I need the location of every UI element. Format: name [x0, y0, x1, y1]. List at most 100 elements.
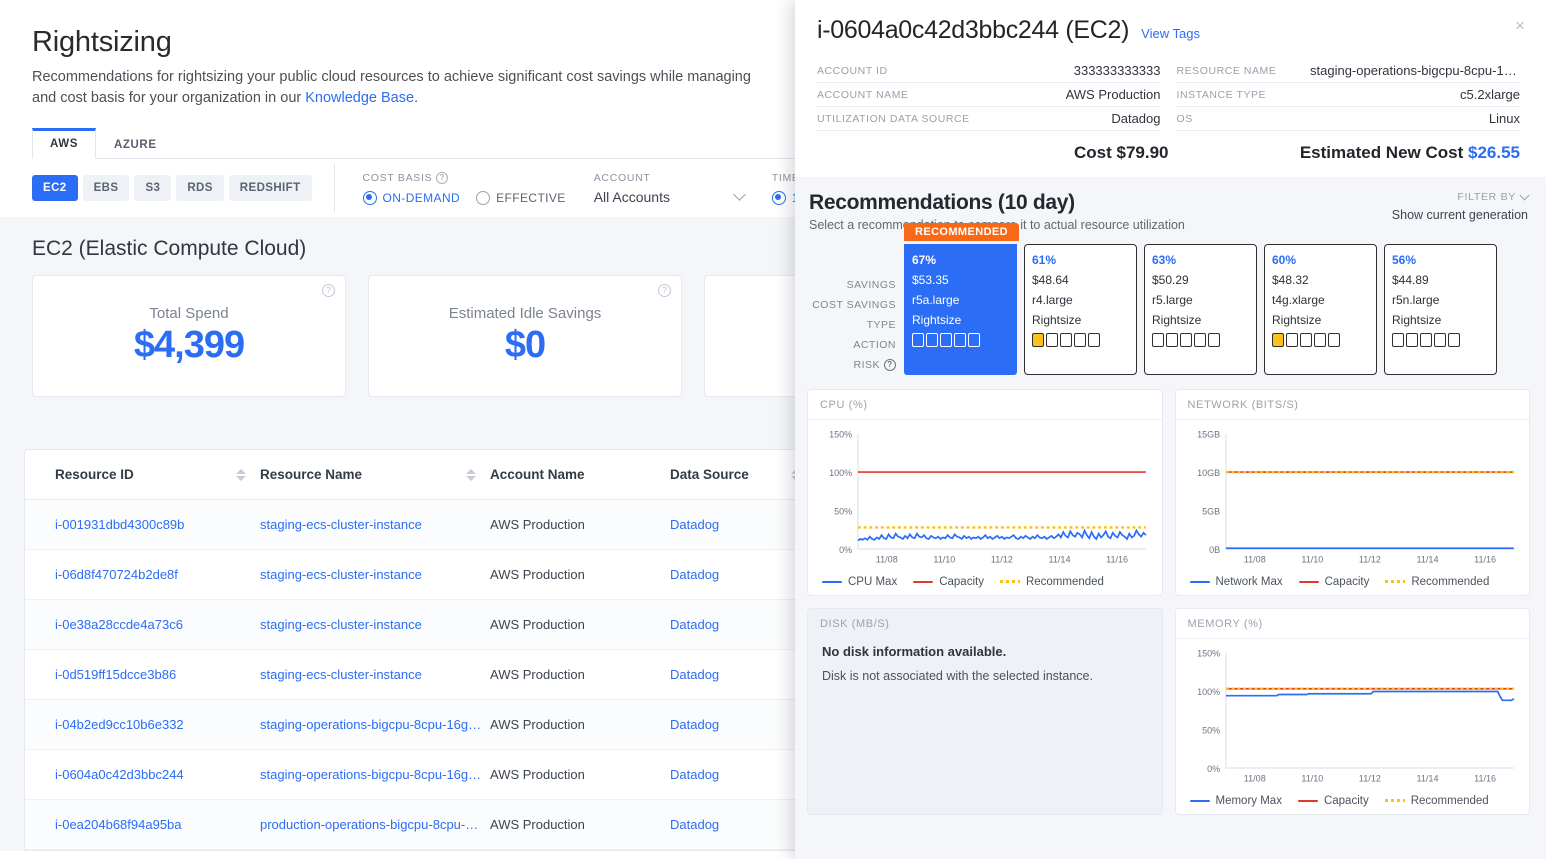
meta-account-name: ACCOUNT NAME AWS Production	[817, 83, 1161, 107]
svg-text:100%: 100%	[1197, 687, 1220, 697]
filter-by-toggle[interactable]: FILTER BY	[1392, 190, 1530, 203]
cell-resource-name[interactable]: staging-ecs-cluster-instance	[260, 599, 490, 651]
risk-box	[1152, 333, 1164, 347]
memory-chart-legend: Memory Max Capacity Recommended	[1176, 791, 1530, 815]
cell-resource-id[interactable]: i-0e38a28ccde4a73c6	[25, 599, 260, 651]
help-icon[interactable]: ?	[658, 284, 671, 298]
radio-dot-icon	[476, 190, 491, 205]
svg-text:15GB: 15GB	[1197, 429, 1220, 439]
row-label-savings: SAVINGS	[846, 279, 896, 291]
legend-recommended: Recommended	[1385, 576, 1489, 588]
view-tags-link[interactable]: View Tags	[1141, 26, 1200, 41]
col-data-source-label: Data Source	[670, 467, 749, 483]
cell-resource-name[interactable]: staging-ecs-cluster-instance	[260, 499, 490, 551]
risk-box	[1314, 333, 1326, 347]
resource-detail-panel: × i-0604a0c42d3bbc244 (EC2) View Tags AC…	[795, 0, 1546, 859]
svg-text:11/14: 11/14	[1416, 773, 1438, 783]
legend-cpu-max: CPU Max	[822, 576, 897, 588]
sort-icon[interactable]	[236, 468, 246, 481]
risk-box	[1166, 333, 1178, 347]
service-pill-s3[interactable]: S3	[134, 175, 172, 202]
meta-key: ACCOUNT NAME	[817, 88, 909, 101]
card-risk-meter	[912, 330, 1009, 350]
card-type: r5.large	[1152, 293, 1193, 307]
recommendation-card-4[interactable]: 60% $48.32 t4g.xlarge Rightsize	[1264, 244, 1377, 375]
service-pill-rds[interactable]: RDS	[176, 175, 224, 202]
cell-account-name: AWS Production	[490, 699, 670, 751]
legend-recommended: Recommended	[1384, 795, 1489, 807]
cell-data-source[interactable]: Datadog	[670, 599, 815, 651]
meta-instance-type: INSTANCE TYPE c5.2xlarge	[1176, 83, 1520, 107]
cost-basis-radios: ON-DEMAND EFFECTIVE	[362, 190, 566, 205]
service-pill-ec2[interactable]: EC2	[32, 175, 78, 202]
recommendation-card-2[interactable]: 61% $48.64 r4.large Rightsize	[1024, 244, 1137, 375]
cell-data-source[interactable]: Datadog	[670, 699, 815, 751]
cell-resource-id[interactable]: i-04b2ed9cc10b6e332	[25, 699, 260, 751]
tab-azure[interactable]: AZURE	[96, 129, 175, 159]
cell-resource-id[interactable]: i-06d8f470724b2de8f	[25, 549, 260, 601]
cell-resource-name[interactable]: staging-operations-bigcpu-8cpu-16gb…	[260, 699, 490, 751]
meta-key: INSTANCE TYPE	[1176, 88, 1267, 101]
disk-chart-title: DISK (MB/S)	[820, 618, 890, 630]
network-chart-card: NETWORK (BITS/S) 0B 5GB 10GB 15GB 11/08 11/10…	[1174, 389, 1530, 596]
cell-resource-name[interactable]: staging-ecs-cluster-instance	[260, 649, 490, 701]
risk-box	[1300, 333, 1312, 347]
service-pill-ebs[interactable]: EBS	[82, 175, 130, 202]
risk-box	[1420, 333, 1432, 347]
card-type: t4g.xlarge	[1272, 293, 1325, 307]
close-icon[interactable]: ×	[1512, 17, 1528, 34]
cell-resource-name[interactable]: production-operations-bigcpu-8cpu-1…	[260, 799, 490, 851]
help-icon[interactable]: ?	[322, 284, 335, 298]
cell-data-source[interactable]: Datadog	[670, 499, 815, 551]
legend-label: CPU Max	[848, 575, 898, 588]
card-cost-savings: $48.64	[1032, 273, 1069, 287]
svg-text:11/08: 11/08	[1243, 773, 1265, 783]
cell-resource-name[interactable]: staging-ecs-cluster-instance	[260, 549, 490, 601]
meta-value: AWS Production	[1065, 87, 1161, 102]
recommendations-title: Recommendations (10 day)	[809, 191, 1075, 214]
risk-box	[1286, 333, 1298, 347]
page-description-line2: and cost basis for your organization in …	[32, 90, 306, 107]
recommendation-card-5[interactable]: 56% $44.89 r5n.large Rightsize	[1384, 244, 1497, 375]
cell-data-source[interactable]: Datadog	[670, 649, 815, 701]
cost-basis-filter: COST BASIS ? ON-DEMAND EFFECTIVE	[335, 171, 566, 205]
meta-utilization-data-source: UTILIZATION DATA SOURCE Datadog	[817, 107, 1161, 131]
svg-text:11/08: 11/08	[1243, 554, 1265, 564]
card-risk-meter	[1032, 330, 1129, 350]
cell-resource-id[interactable]: i-0604a0c42d3bbc244	[25, 749, 260, 801]
sort-icon[interactable]	[466, 468, 476, 481]
col-account-name[interactable]: Account Name	[490, 450, 670, 501]
knowledge-base-link[interactable]: Knowledge Base	[305, 90, 414, 106]
svg-text:11/16: 11/16	[1106, 554, 1128, 564]
recommendation-card-3[interactable]: 63% $50.29 r5.large Rightsize	[1144, 244, 1257, 375]
current-cost-value: $79.90	[1116, 143, 1169, 162]
legend-swatch	[999, 580, 1020, 584]
cell-resource-name[interactable]: staging-operations-bigcpu-8cpu-16gb…	[260, 749, 490, 801]
cell-data-source[interactable]: Datadog	[670, 799, 815, 851]
page-description-period: .	[414, 90, 419, 107]
cell-resource-id[interactable]: i-0ea204b68f94a95ba	[25, 799, 260, 851]
radio-effective[interactable]: EFFECTIVE	[476, 190, 566, 205]
kpi-card-total-spend: ? Total Spend $4,399	[32, 275, 346, 398]
cell-resource-id[interactable]: i-001931dbd4300c89b	[25, 499, 260, 551]
service-pill-redshift[interactable]: REDSHIFT	[228, 175, 312, 202]
cell-data-source[interactable]: Datadog	[670, 549, 815, 601]
recommendation-card-1[interactable]: RECOMMENDED 67% $53.35 r5a.large Rightsi…	[904, 223, 1019, 375]
card-action: Rightsize	[1032, 313, 1082, 327]
card-savings: 60%	[1272, 253, 1297, 267]
recommendations-header-right: FILTER BY Show current generation	[1392, 190, 1530, 222]
help-icon[interactable]: ?	[884, 359, 896, 371]
cell-data-source[interactable]: Datadog	[670, 749, 815, 801]
cell-resource-id[interactable]: i-0d519ff15dcce3b86	[25, 649, 260, 701]
row-label-cost-savings: COST SAVINGS	[812, 299, 896, 311]
col-resource-name[interactable]: Resource Name	[260, 450, 490, 501]
account-select[interactable]: All Accounts	[593, 188, 746, 205]
account-select-value: All Accounts	[593, 188, 670, 205]
panel-title-row: i-0604a0c42d3bbc244 (EC2) View Tags	[817, 16, 1520, 45]
col-resource-id[interactable]: Resource ID	[25, 450, 260, 501]
col-data-source[interactable]: Data Source	[670, 450, 815, 501]
recommendation-cards: RECOMMENDED 67% $53.35 r5a.large Rightsi…	[904, 223, 1497, 375]
tab-aws[interactable]: AWS	[32, 128, 96, 160]
radio-on-demand[interactable]: ON-DEMAND	[362, 190, 461, 205]
help-icon[interactable]: ?	[436, 171, 449, 184]
